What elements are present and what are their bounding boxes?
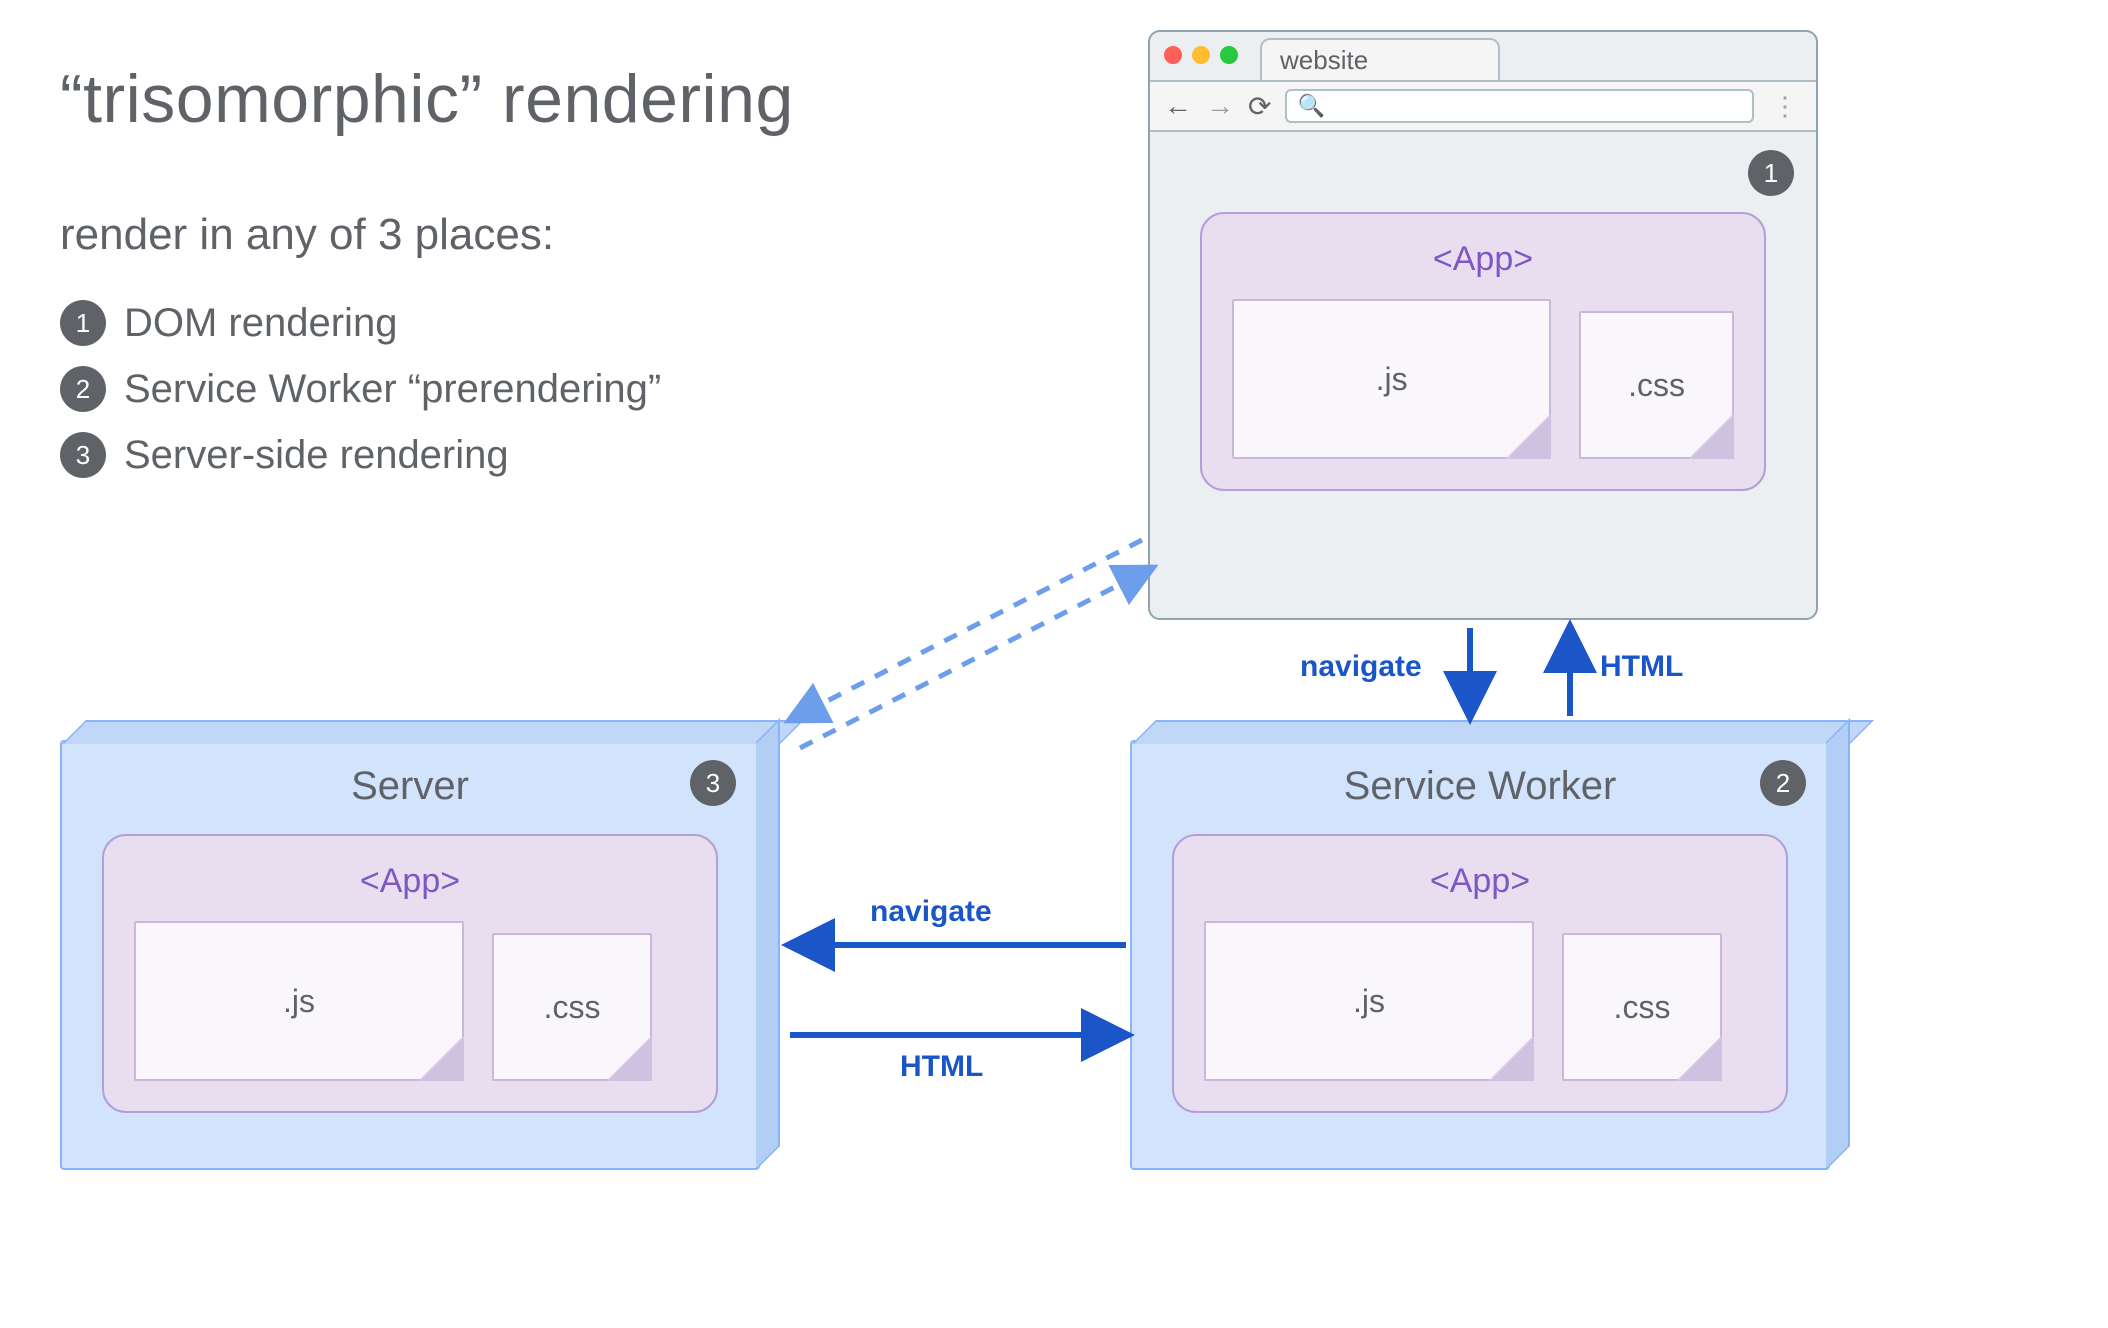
arrow-label-html: HTML [1600, 650, 1683, 684]
css-file: .css [1579, 311, 1734, 459]
arrow-label-html: HTML [900, 1050, 983, 1084]
server-box: Server 3 <App> .js .css [60, 740, 760, 1170]
bullet-text: DOM rendering [124, 301, 397, 346]
close-icon [1164, 46, 1182, 64]
app-label: <App> [1232, 240, 1734, 279]
forward-icon: → [1206, 90, 1234, 122]
page-fold-icon [418, 1035, 464, 1081]
bullet-item: 2 Service Worker “prerendering” [60, 366, 661, 412]
browser-tabbar: website [1150, 32, 1816, 80]
location-badge: 1 [1748, 150, 1794, 196]
back-icon: ← [1164, 90, 1192, 122]
minimize-icon [1192, 46, 1210, 64]
bullet-badge: 3 [60, 432, 106, 478]
bullet-text: Server-side rendering [124, 433, 509, 478]
bullet-badge: 2 [60, 366, 106, 412]
page-fold-icon [1488, 1035, 1534, 1081]
box-title: Server [62, 764, 758, 809]
js-file: .js [134, 921, 464, 1081]
location-badge: 3 [690, 760, 736, 806]
app-panel: <App> .js .css [1200, 212, 1766, 491]
reload-icon: ⟳ [1248, 90, 1271, 123]
page-fold-icon [1676, 1035, 1722, 1081]
app-panel: <App> .js .css [102, 834, 718, 1113]
bullet-item: 1 DOM rendering [60, 300, 661, 346]
page-fold-icon [1505, 413, 1551, 459]
file-label: .js [1376, 361, 1408, 398]
bullet-text: Service Worker “prerendering” [124, 367, 661, 412]
page-fold-icon [606, 1035, 652, 1081]
address-bar: 🔍 [1285, 89, 1754, 123]
bullet-item: 3 Server-side rendering [60, 432, 661, 478]
browser-viewport: 1 <App> .js .css [1150, 132, 1816, 618]
window-controls [1164, 46, 1238, 64]
diagram-canvas: “trisomorphic” rendering render in any o… [0, 0, 2108, 1328]
bullet-list: 1 DOM rendering 2 Service Worker “preren… [60, 300, 661, 498]
file-label: .js [283, 983, 315, 1020]
file-group: .js .css [1232, 299, 1734, 459]
page-fold-icon [1688, 413, 1734, 459]
app-label: <App> [1204, 862, 1756, 901]
css-file: .css [492, 933, 652, 1081]
file-group: .js .css [134, 921, 686, 1081]
file-group: .js .css [1204, 921, 1756, 1081]
box-title: Service Worker [1132, 764, 1828, 809]
css-file: .css [1562, 933, 1722, 1081]
file-label: .css [1628, 367, 1685, 404]
search-icon: 🔍 [1297, 93, 1324, 119]
diagram-title: “trisomorphic” rendering [60, 60, 794, 138]
file-label: .js [1353, 983, 1385, 1020]
maximize-icon [1220, 46, 1238, 64]
file-label: .css [1614, 989, 1671, 1026]
js-file: .js [1232, 299, 1551, 459]
js-file: .js [1204, 921, 1534, 1081]
service-worker-box: Service Worker 2 <App> .js .css [1130, 740, 1830, 1170]
browser-toolbar: ← → ⟳ 🔍 ⋮ [1150, 80, 1816, 132]
bullet-badge: 1 [60, 300, 106, 346]
arrow-label-navigate: navigate [1300, 650, 1422, 684]
diagram-subtitle: render in any of 3 places: [60, 210, 554, 260]
arrow-label-navigate: navigate [870, 895, 992, 929]
browser-window: website ← → ⟳ 🔍 ⋮ 1 <App> .js .css [1148, 30, 1818, 620]
location-badge: 2 [1760, 760, 1806, 806]
browser-tab: website [1260, 38, 1500, 80]
menu-icon: ⋮ [1768, 91, 1802, 122]
file-label: .css [544, 989, 601, 1026]
app-panel: <App> .js .css [1172, 834, 1788, 1113]
app-label: <App> [134, 862, 686, 901]
